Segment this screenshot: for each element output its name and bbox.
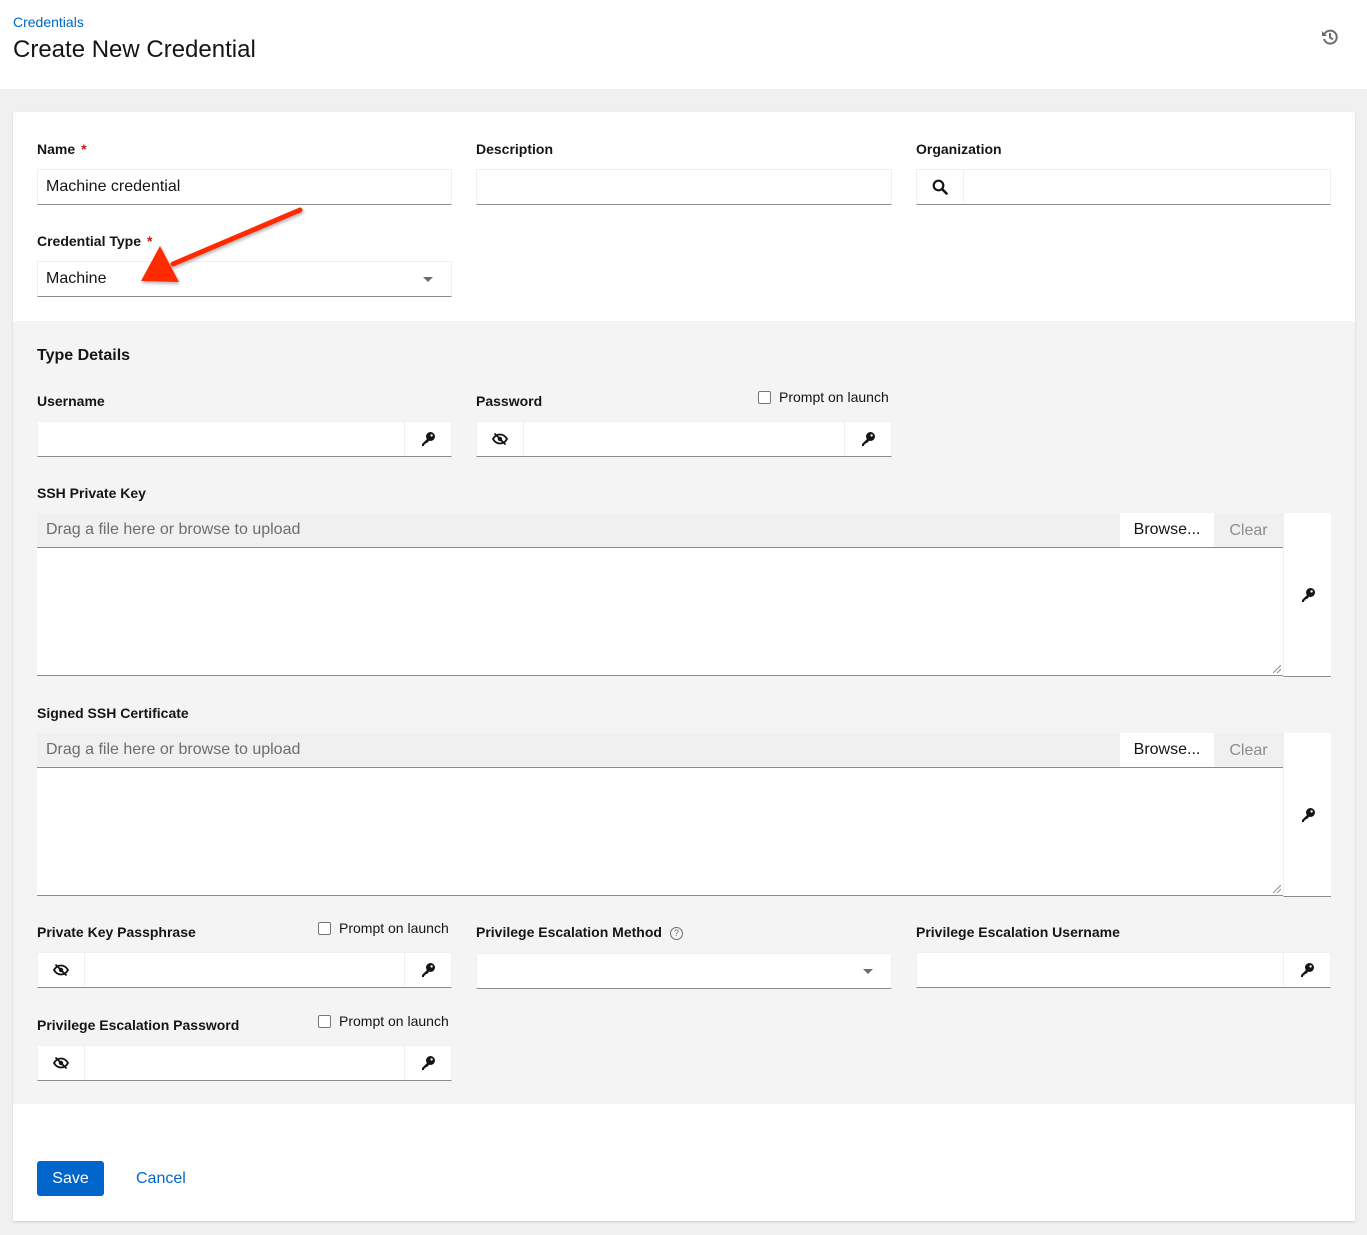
help-icon[interactable]: ?: [669, 926, 683, 940]
become-password-secret-lookup-button[interactable]: [404, 1046, 451, 1080]
organization-input[interactable]: [964, 170, 1330, 204]
ssh-private-key-textarea[interactable]: [37, 548, 1283, 676]
password-prompt-checkbox[interactable]: [758, 390, 771, 404]
page-header: Credentials Create New Credential: [0, 0, 1367, 89]
become-password-visibility-toggle[interactable]: [38, 1046, 85, 1080]
description-input[interactable]: [477, 170, 891, 204]
private-key-passphrase-input[interactable]: [85, 953, 404, 987]
ssh-private-key-clear-button[interactable]: Clear: [1214, 513, 1283, 548]
name-label: Name *: [37, 141, 87, 157]
become-password-prompt-on-launch[interactable]: Prompt on launch: [318, 1013, 449, 1029]
password-label: Password: [476, 393, 543, 409]
passphrase-secret-lookup-button[interactable]: [404, 953, 451, 987]
privilege-escalation-username-secret-lookup-button[interactable]: [1283, 953, 1330, 987]
password-visibility-toggle[interactable]: [477, 422, 524, 456]
history-icon[interactable]: [1320, 27, 1340, 47]
breadcrumb-credentials[interactable]: Credentials: [13, 14, 84, 30]
ssh-private-key-browse-button[interactable]: Browse...: [1120, 513, 1214, 548]
private-key-passphrase-field[interactable]: [37, 952, 452, 988]
key-icon: [420, 1055, 436, 1071]
username-secret-lookup-button[interactable]: [404, 422, 451, 456]
privilege-escalation-method-select[interactable]: [476, 953, 892, 989]
private-key-passphrase-label: Private Key Passphrase: [37, 924, 196, 940]
privilege-escalation-method-label-text: Privilege Escalation Method: [476, 924, 662, 940]
cancel-button[interactable]: Cancel: [136, 1161, 186, 1196]
password-field[interactable]: [476, 421, 892, 457]
passphrase-prompt-on-launch[interactable]: Prompt on launch: [318, 920, 449, 936]
username-label: Username: [37, 393, 105, 409]
caret-down-icon: [423, 276, 433, 282]
caret-down-icon: [863, 968, 873, 974]
password-secret-lookup-button[interactable]: [844, 422, 891, 456]
name-field[interactable]: Machine credential: [37, 169, 452, 205]
passphrase-prompt-checkbox[interactable]: [318, 921, 331, 935]
privilege-escalation-password-label: Privilege Escalation Password: [37, 1017, 240, 1033]
signed-ssh-certificate-upload: Drag a file here or browse to upload Bro…: [37, 733, 1331, 897]
privilege-escalation-username-label: Privilege Escalation Username: [916, 924, 1120, 940]
ssh-private-key-secret-lookup-button[interactable]: [1283, 513, 1331, 677]
ssh-private-key-label: SSH Private Key: [37, 485, 146, 501]
signed-ssh-certificate-textarea[interactable]: [37, 768, 1283, 896]
eye-slash-icon: [492, 431, 508, 447]
credential-form-card: Name * Machine credential Description Org…: [13, 112, 1355, 1221]
required-indicator: *: [81, 141, 87, 157]
password-prompt-label: Prompt on launch: [779, 389, 889, 405]
key-icon: [1300, 807, 1316, 823]
password-prompt-on-launch[interactable]: Prompt on launch: [758, 389, 889, 405]
become-password-prompt-label: Prompt on launch: [339, 1013, 449, 1029]
password-input[interactable]: [524, 422, 844, 456]
eye-slash-icon: [53, 1055, 69, 1071]
key-icon: [420, 431, 436, 447]
credential-type-label-text: Credential Type: [37, 233, 141, 249]
username-input[interactable]: [38, 422, 404, 456]
required-indicator: *: [147, 233, 153, 249]
username-field[interactable]: [37, 421, 452, 457]
resize-handle-icon[interactable]: [1273, 665, 1281, 673]
privilege-escalation-password-field[interactable]: [37, 1045, 452, 1081]
search-icon: [932, 179, 948, 195]
description-field[interactable]: [476, 169, 892, 205]
passphrase-visibility-toggle[interactable]: [38, 953, 85, 987]
privilege-escalation-password-input[interactable]: [85, 1046, 404, 1080]
key-icon: [1300, 587, 1316, 603]
organization-label: Organization: [916, 141, 1002, 157]
signed-ssh-certificate-secret-lookup-button[interactable]: [1283, 733, 1331, 897]
type-details-title: Type Details: [37, 347, 131, 364]
save-button[interactable]: Save: [37, 1161, 104, 1196]
eye-slash-icon: [53, 962, 69, 978]
key-icon: [860, 431, 876, 447]
signed-ssh-certificate-label: Signed SSH Certificate: [37, 705, 189, 721]
signed-ssh-certificate-filename: Drag a file here or browse to upload: [46, 741, 301, 758]
ssh-private-key-filename: Drag a file here or browse to upload: [46, 521, 301, 538]
privilege-escalation-username-input[interactable]: [917, 953, 1283, 987]
signed-ssh-certificate-browse-button[interactable]: Browse...: [1120, 733, 1214, 768]
credential-type-select[interactable]: Machine: [37, 261, 452, 297]
organization-search-button[interactable]: [917, 170, 964, 204]
name-label-text: Name: [37, 141, 76, 157]
resize-handle-icon[interactable]: [1273, 885, 1281, 893]
organization-field[interactable]: [916, 169, 1331, 205]
privilege-escalation-username-field[interactable]: [916, 952, 1331, 988]
passphrase-prompt-label: Prompt on launch: [339, 920, 449, 936]
privilege-escalation-method-label: Privilege Escalation Method?: [476, 924, 683, 940]
page-title: Create New Credential: [13, 36, 256, 63]
key-icon: [1299, 962, 1315, 978]
signed-ssh-certificate-dropzone[interactable]: Drag a file here or browse to upload: [37, 733, 1283, 768]
name-input[interactable]: Machine credential: [38, 178, 451, 196]
become-password-prompt-checkbox[interactable]: [318, 1014, 331, 1028]
credential-type-label: Credential Type *: [37, 233, 152, 249]
key-icon: [420, 962, 436, 978]
ssh-private-key-upload: Drag a file here or browse to upload Bro…: [37, 513, 1331, 677]
credential-type-value: Machine: [46, 270, 107, 287]
description-label: Description: [476, 141, 554, 157]
signed-ssh-certificate-clear-button[interactable]: Clear: [1214, 733, 1283, 768]
ssh-private-key-dropzone[interactable]: Drag a file here or browse to upload: [37, 513, 1283, 548]
